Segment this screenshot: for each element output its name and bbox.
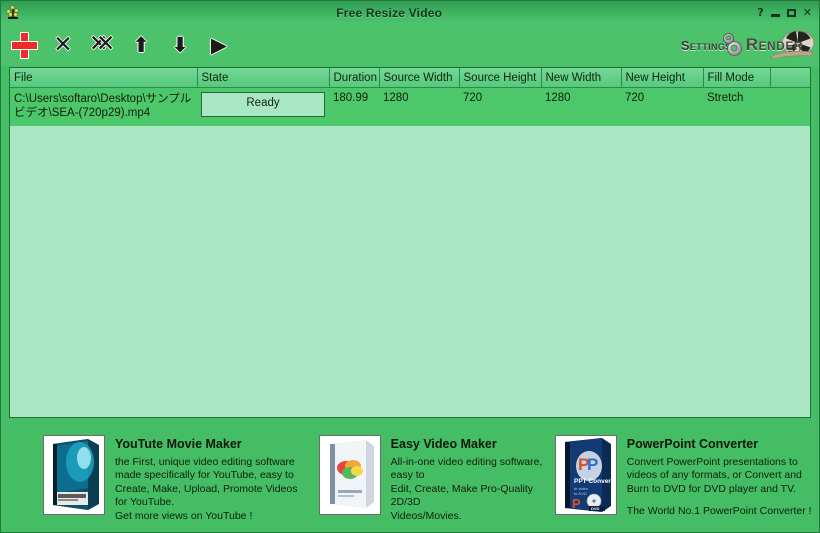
- promo-easy-video-maker[interactable]: Easy Video Maker All-in-one video editin…: [317, 425, 551, 532]
- table-row[interactable]: C:\Users\softaro\Desktop\サンプルビデオ\SEA-(72…: [10, 87, 810, 126]
- svg-text:P: P: [587, 455, 598, 474]
- promo-text-3: PowerPoint Converter Convert PowerPoint …: [617, 425, 812, 532]
- app-icon: [5, 5, 21, 21]
- maximize-button[interactable]: [786, 8, 796, 17]
- svg-text:PPT Converter: PPT Converter: [574, 478, 616, 485]
- arrow-down-icon: ⬇: [171, 32, 189, 57]
- column-header-duration[interactable]: Duration: [329, 68, 380, 88]
- file-list-header-row: File State Duration Source Width Source …: [10, 68, 810, 88]
- file-list-table: File State Duration Source Width Source …: [10, 68, 810, 126]
- cell-file: C:\Users\softaro\Desktop\サンプルビデオ\SEA-(72…: [10, 87, 197, 126]
- help-button[interactable]: ?: [757, 7, 763, 18]
- window-controls: ? ✕: [757, 7, 812, 18]
- promo-desc-2: All-in-one video editing software, easy …: [390, 456, 543, 522]
- window-title: Free Resize Video: [336, 5, 443, 20]
- promo-thumbnail-3: P P PPT Converter to video to DVD P DVD: [554, 435, 617, 515]
- column-header-new-height[interactable]: New Height: [621, 68, 704, 88]
- gear-icon: [727, 41, 741, 55]
- promo-text-1: YouTute Movie Maker the First, unique vi…: [105, 425, 297, 532]
- svg-text:P: P: [572, 496, 581, 511]
- settings-button[interactable]: Settings: [681, 33, 741, 55]
- promo-desc2-3: The World No.1 PowerPoint Converter !: [626, 505, 812, 518]
- remove-all-files-button[interactable]: ✕ ✕: [87, 29, 117, 61]
- double-x-icon: ✕ ✕: [89, 31, 116, 57]
- cell-spacer: [770, 87, 810, 126]
- promo-youtube-movie-maker[interactable]: YouTute Movie Maker the First, unique vi…: [1, 425, 317, 532]
- column-header-fill-mode[interactable]: Fill Mode: [703, 68, 771, 88]
- cell-fill-mode: Stretch: [703, 87, 770, 126]
- column-header-state[interactable]: State: [197, 68, 330, 88]
- promo-text-2: Easy Video Maker All-in-one video editin…: [381, 425, 551, 532]
- application-window: Free Resize Video ? ✕ ✕ ✕ ✕ ⬆ ⬇ ▶ Settin…: [0, 0, 820, 533]
- cell-duration: 180.99: [329, 87, 379, 126]
- move-up-button[interactable]: ⬆: [126, 29, 156, 61]
- cell-source-height: 720: [459, 87, 541, 126]
- column-header-spacer: [770, 68, 810, 88]
- file-list[interactable]: File State Duration Source Width Source …: [9, 67, 811, 418]
- svg-text:DVD: DVD: [591, 506, 600, 511]
- promo-title-3: PowerPoint Converter: [626, 437, 759, 451]
- play-icon: ▶: [210, 32, 228, 57]
- promo-thumbnail-1: [43, 435, 105, 515]
- promo-powerpoint-converter[interactable]: P P PPT Converter to video to DVD P DVD …: [551, 425, 819, 532]
- promo-title-1: YouTute Movie Maker: [115, 437, 242, 451]
- promo-desc-3: Convert PowerPoint presentations to vide…: [626, 456, 802, 495]
- gear-small-icon: [723, 33, 733, 43]
- remove-file-button[interactable]: ✕: [48, 29, 78, 61]
- plus-icon: [11, 32, 38, 59]
- column-header-new-width[interactable]: New Width: [541, 68, 622, 88]
- column-header-file[interactable]: File: [10, 68, 198, 88]
- promo-desc-1: the First, unique video editing software…: [115, 456, 298, 522]
- arrow-up-icon: ⬆: [132, 32, 150, 57]
- cell-state[interactable]: Ready: [197, 87, 329, 126]
- toolbar: ✕ ✕ ✕ ⬆ ⬇ ▶ Settings Render: [1, 24, 819, 66]
- minimize-button[interactable]: [770, 13, 780, 17]
- status-badge: Ready: [201, 92, 325, 117]
- title-bar: Free Resize Video ? ✕: [1, 1, 819, 24]
- move-down-button[interactable]: ⬇: [165, 29, 195, 61]
- add-file-button[interactable]: [9, 29, 39, 61]
- toolbar-left-group: ✕ ✕ ✕ ⬆ ⬇ ▶: [1, 29, 234, 61]
- render-button[interactable]: Render: [745, 30, 815, 60]
- play-button[interactable]: ▶: [204, 29, 234, 61]
- toolbar-right-group: Settings Render: [681, 30, 819, 60]
- promo-thumbnail-2: [318, 435, 381, 515]
- cell-new-height: 720: [621, 87, 703, 126]
- promo-panel: YouTute Movie Maker the First, unique vi…: [1, 425, 819, 532]
- column-header-source-height[interactable]: Source Height: [459, 68, 542, 88]
- cell-source-width: 1280: [379, 87, 459, 126]
- render-label: Render: [745, 35, 803, 54]
- close-button[interactable]: ✕: [803, 7, 812, 18]
- x-icon: ✕: [53, 31, 73, 58]
- promo-title-2: Easy Video Maker: [390, 437, 497, 451]
- column-header-source-width[interactable]: Source Width: [379, 68, 460, 88]
- cell-new-width: 1280: [541, 87, 621, 126]
